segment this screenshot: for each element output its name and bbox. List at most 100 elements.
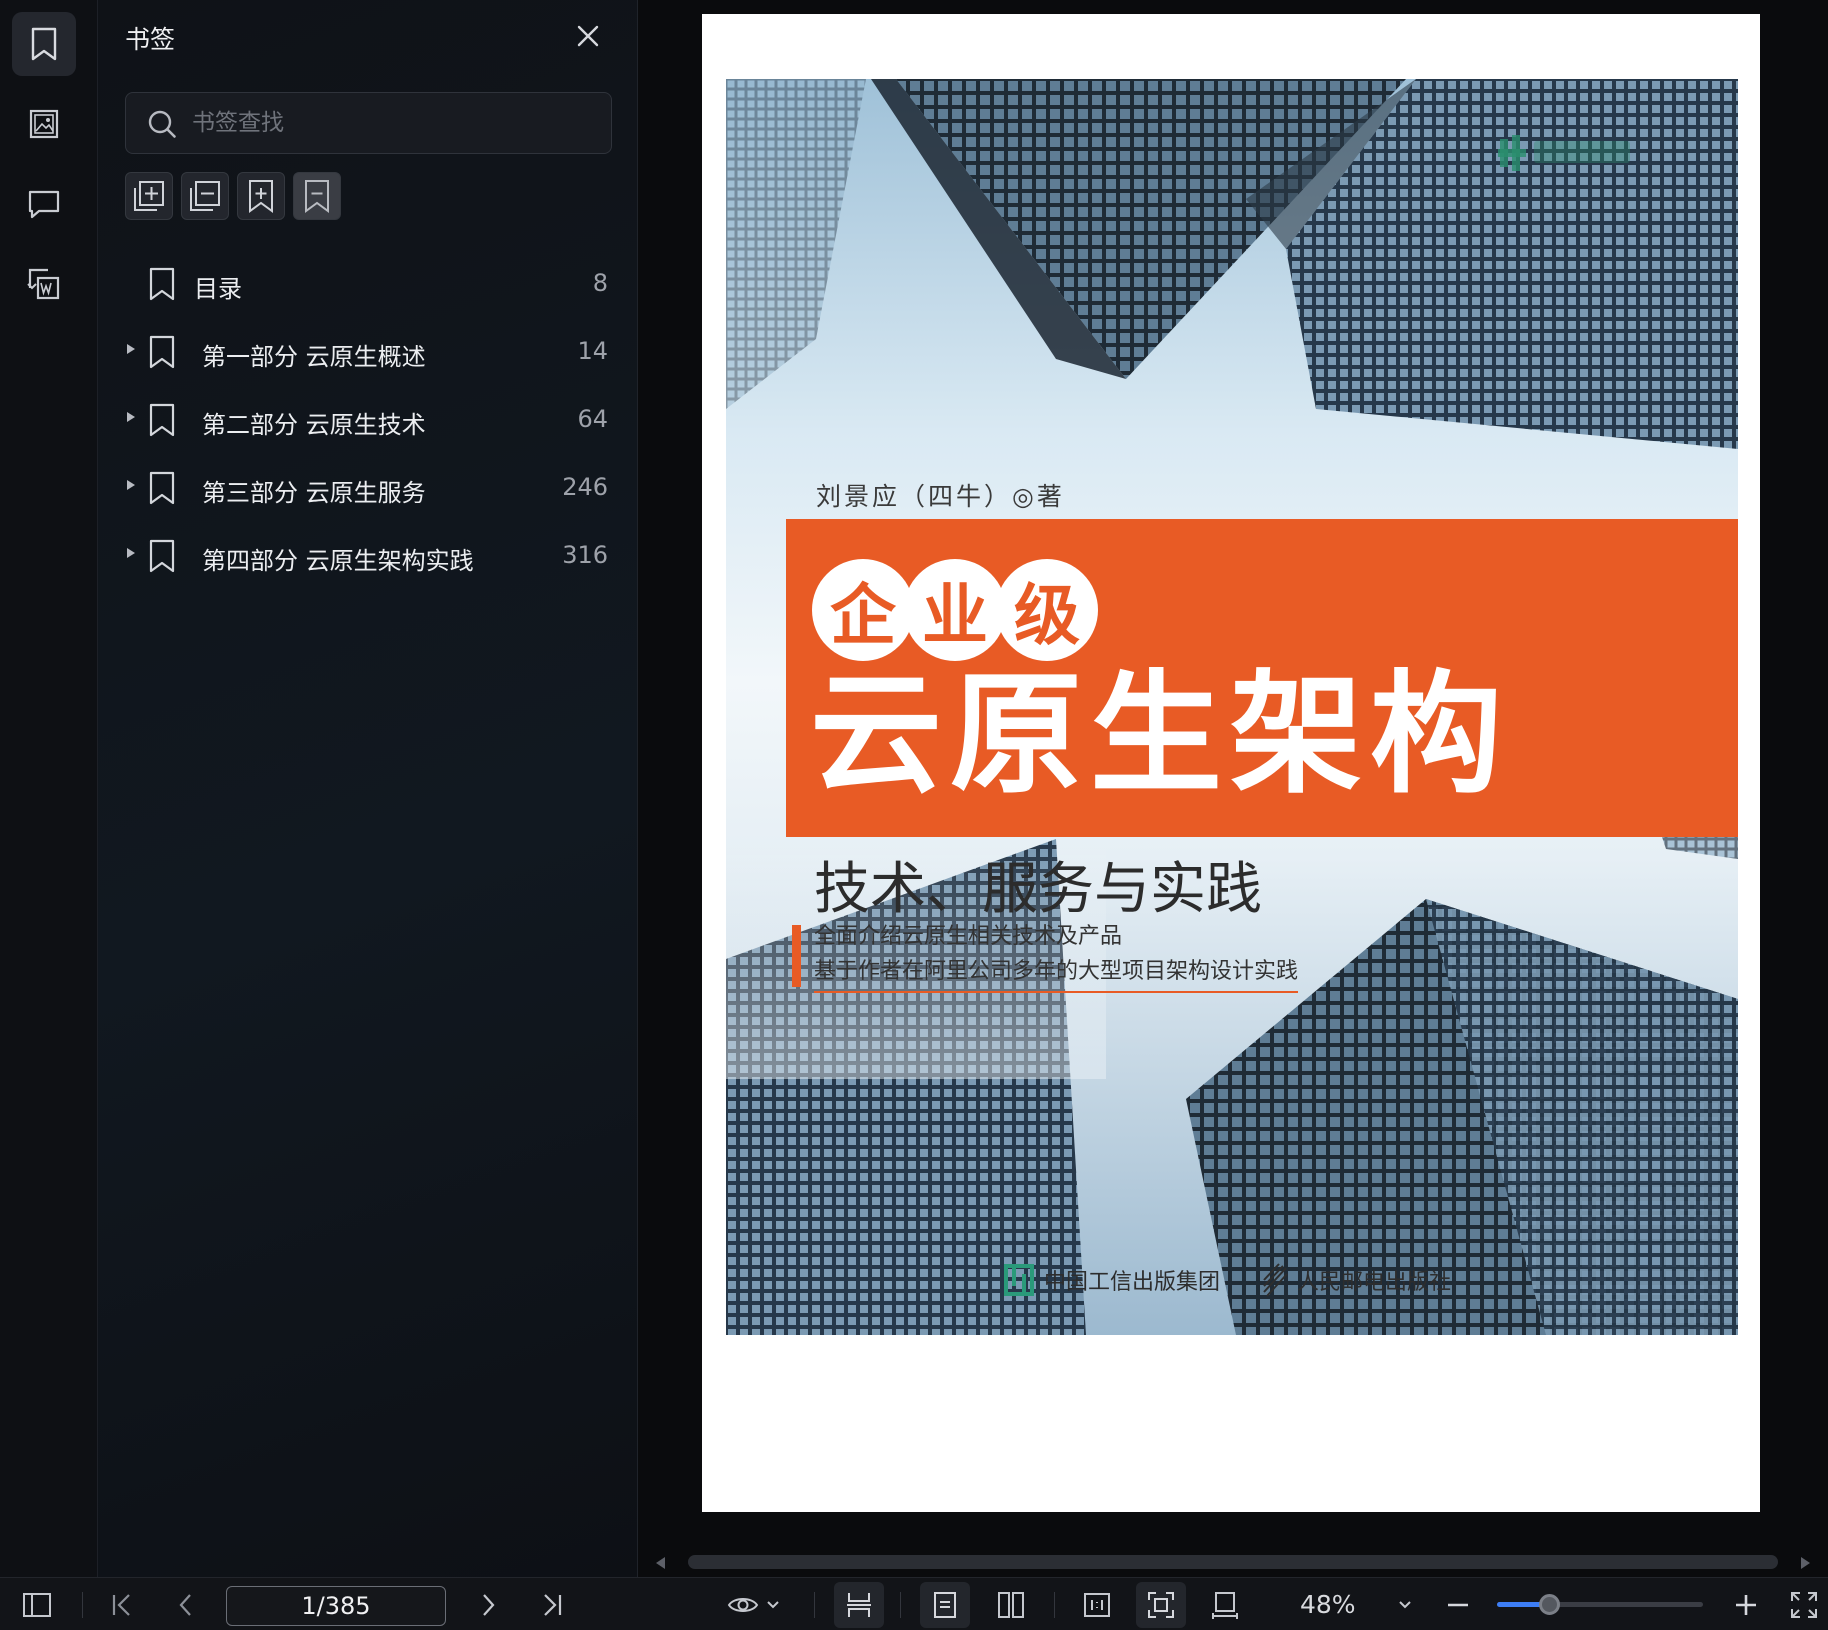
close-icon	[577, 25, 599, 47]
scroll-left-arrow-icon[interactable]	[656, 1557, 665, 1569]
plus-icon	[1736, 1594, 1756, 1615]
actual-size-button[interactable]	[1072, 1578, 1122, 1630]
toggle-sidebar-button[interactable]	[14, 1578, 60, 1630]
double-page-icon	[998, 1591, 1024, 1618]
collapse-bookmark-icon	[305, 180, 329, 213]
cover-subtitle: 技术、服务与实践	[814, 857, 1262, 922]
bookmark-item[interactable]: 第三部分 云原生服务 246	[110, 460, 624, 514]
tagline-accent-bar	[792, 925, 801, 987]
zoom-slider[interactable]	[1497, 1594, 1703, 1615]
cover-circle-char: 业	[904, 559, 1006, 661]
next-page-button[interactable]	[466, 1578, 510, 1630]
bookmark-icon	[149, 539, 175, 573]
book-cover: 刘景应（四牛）◎著 企 业 级 云原生架构 技术、服务与实践 全面介绍云原生相关…	[726, 79, 1738, 1335]
single-page-button[interactable]	[920, 1582, 970, 1628]
continuous-page-icon	[847, 1593, 871, 1617]
last-page-button[interactable]	[530, 1578, 574, 1630]
scrollbar-thumb[interactable]	[688, 1555, 1778, 1569]
chevron-right-icon	[483, 1593, 495, 1616]
continuous-scroll-button[interactable]	[834, 1582, 884, 1628]
read-mode-dropdown[interactable]	[722, 1578, 786, 1630]
actual-size-icon	[1084, 1592, 1110, 1617]
bookmark-page-number: 246	[562, 473, 608, 501]
minus-icon	[1448, 1603, 1468, 1606]
expand-caret-icon[interactable]	[127, 480, 135, 490]
eye-icon	[727, 1597, 759, 1612]
publisher-name: 人民邮电出版社	[1297, 1270, 1452, 1295]
zoom-slider-handle[interactable]	[1538, 1594, 1560, 1615]
bookmark-label: 第三部分 云原生服务	[202, 479, 426, 507]
chevron-down-icon	[767, 1600, 779, 1608]
publisher-group-icon	[1004, 1264, 1034, 1296]
convert-tab-button[interactable]	[12, 252, 76, 316]
add-bookmark-button[interactable]	[125, 172, 173, 220]
fit-page-button[interactable]	[1136, 1582, 1186, 1628]
zoom-in-button[interactable]	[1728, 1578, 1764, 1630]
toolbar-divider	[1054, 1592, 1055, 1618]
toolbar-divider	[900, 1592, 901, 1618]
bookmark-item[interactable]: 目录 8	[110, 256, 624, 310]
publisher-group-name: 中国工信出版集团	[1044, 1270, 1221, 1295]
image-icon	[29, 109, 59, 139]
close-panel-button[interactable]	[572, 20, 604, 52]
bookmark-item[interactable]: 第四部分 云原生架构实践 316	[110, 528, 624, 582]
chevron-left-icon	[179, 1593, 191, 1616]
bookmark-icon	[31, 27, 57, 61]
bookmark-label: 第二部分 云原生技术	[202, 411, 426, 439]
page-number-input[interactable]	[226, 1586, 446, 1626]
single-page-icon	[934, 1592, 956, 1618]
convert-to-word-icon	[27, 268, 60, 300]
expand-caret-icon[interactable]	[127, 412, 135, 422]
expand-caret-icon[interactable]	[127, 548, 135, 558]
bookmark-label: 目录	[194, 275, 242, 303]
bookmark-tab-button[interactable]	[12, 12, 76, 76]
cover-title-band: 企 业 级 云原生架构	[786, 519, 1738, 837]
previous-page-button[interactable]	[164, 1578, 208, 1630]
bookmark-page-number: 14	[577, 337, 608, 365]
fit-width-button[interactable]	[1200, 1578, 1250, 1630]
bookmark-page-number: 64	[577, 405, 608, 433]
panel-title: 书签	[125, 25, 176, 54]
zoom-level: 48%	[1300, 1590, 1356, 1619]
chevron-down-icon	[1399, 1600, 1411, 1608]
bookmark-icon	[149, 267, 175, 301]
thumbnail-tab-button[interactable]	[12, 92, 76, 156]
fit-page-icon	[1148, 1592, 1174, 1618]
zoom-dropdown-button[interactable]	[1390, 1578, 1420, 1630]
bottom-toolbar: 48%	[0, 1577, 1828, 1630]
scroll-right-arrow-icon[interactable]	[1801, 1557, 1810, 1569]
fit-width-icon	[1212, 1591, 1238, 1619]
first-page-button[interactable]	[100, 1578, 144, 1630]
zoom-out-button[interactable]	[1440, 1578, 1476, 1630]
bookmark-icon	[149, 403, 175, 437]
publisher-icon	[1263, 1263, 1288, 1297]
bookmark-icon	[149, 471, 175, 505]
double-page-button[interactable]	[986, 1578, 1036, 1630]
bookmark-label: 第一部分 云原生概述	[202, 343, 426, 371]
expand-caret-icon[interactable]	[127, 344, 135, 354]
toolbar-divider	[814, 1592, 815, 1618]
cover-circle-char: 企	[812, 559, 914, 661]
comment-icon	[28, 190, 60, 219]
remove-bookmark-button[interactable]	[181, 172, 229, 220]
sidebar-toggle-icon	[23, 1592, 51, 1617]
fullscreen-button[interactable]	[1786, 1578, 1822, 1630]
cover-tagline: 全面介绍云原生相关技术及产品	[814, 924, 1123, 949]
publisher-logo: 人民邮电出版社	[1261, 1262, 1451, 1298]
cover-title: 云原生架构	[810, 657, 1510, 812]
document-viewport[interactable]: 刘景应（四牛）◎著 企 业 级 云原生架构 技术、服务与实践 全面介绍云原生相关…	[638, 0, 1828, 1577]
bookmark-search-input[interactable]	[192, 93, 592, 153]
comments-tab-button[interactable]	[12, 172, 76, 236]
sidebar-rail	[0, 0, 98, 1577]
cover-taglines: 全面介绍云原生相关技术及产品 基于作者在阿里公司多年的大型项目架构设计实践	[814, 919, 1299, 993]
insert-bookmark-icon	[249, 180, 273, 213]
search-icon	[148, 110, 176, 138]
remove-bookmark-icon	[190, 181, 220, 211]
collapse-bookmark-button[interactable]	[293, 172, 341, 220]
watermark-logo	[1498, 135, 1630, 171]
bookmark-item[interactable]: 第一部分 云原生概述 14	[110, 324, 624, 378]
horizontal-scrollbar[interactable]	[652, 1552, 1814, 1574]
bookmark-item[interactable]: 第二部分 云原生技术 64	[110, 392, 624, 446]
bookmark-panel: 书签 目录 8 第一部分 云原生概述 14 第二部分 云原生技术 64 第三部	[98, 0, 638, 1577]
insert-bookmark-button[interactable]	[237, 172, 285, 220]
